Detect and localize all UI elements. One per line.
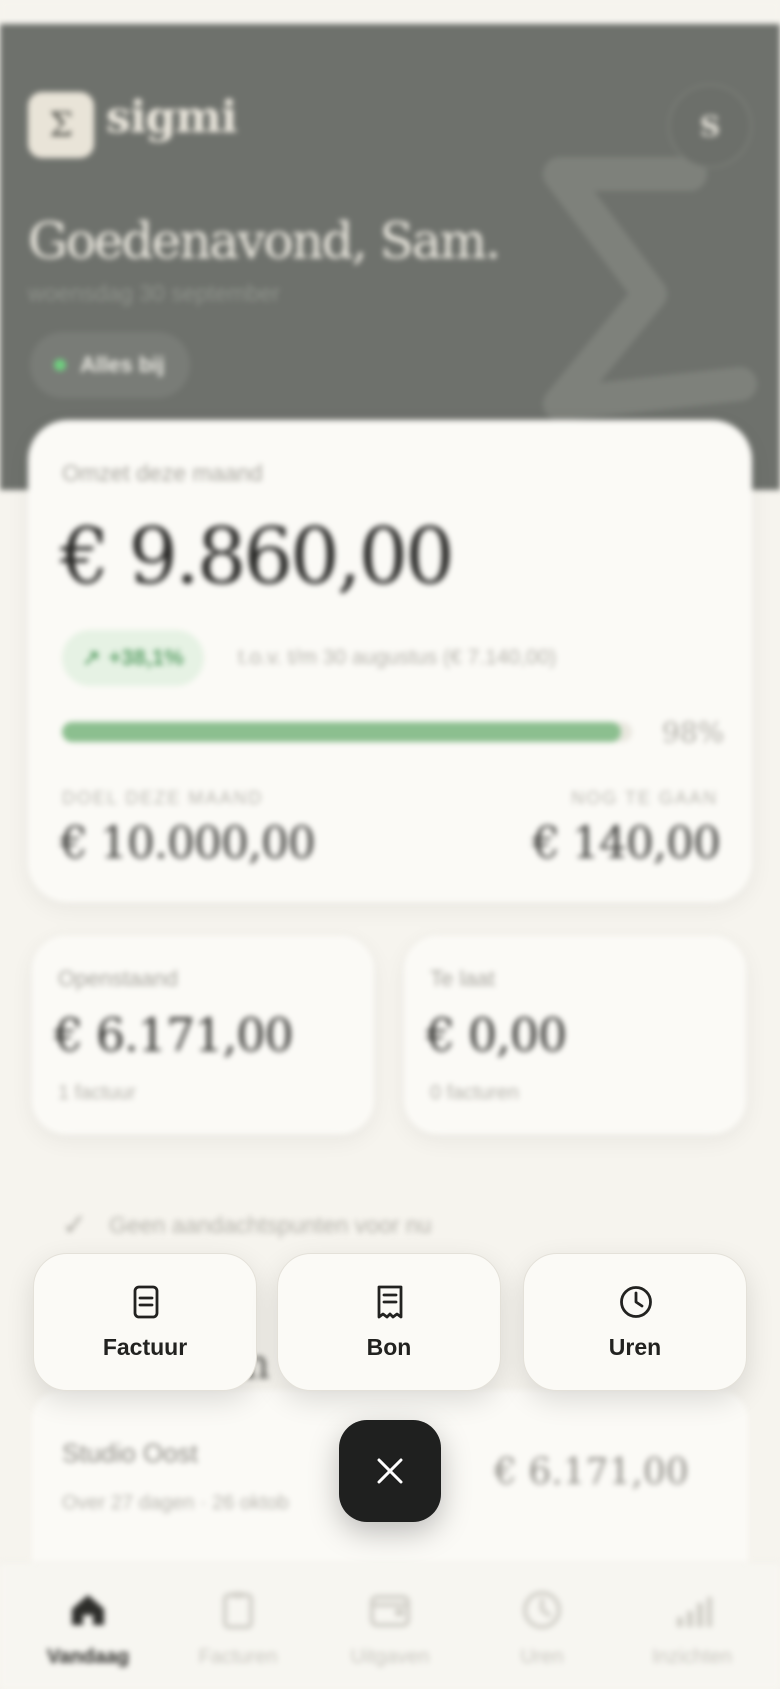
wallet-icon — [370, 1595, 410, 1627]
revenue-card[interactable]: Omzet deze maand € 9.860,00 ↗ +38,1% t.o… — [28, 420, 752, 902]
app-logo: Σ — [28, 92, 94, 158]
status-bar — [0, 0, 780, 24]
nav-item-insights[interactable]: Inzichten — [622, 1587, 762, 1669]
brand-name: sigmi — [106, 92, 238, 143]
goal-progress-bar — [62, 722, 632, 742]
clipboard-icon — [223, 1592, 253, 1629]
to-go-label: NOG TE GAAN — [571, 788, 718, 808]
status-badge[interactable]: Alles bij — [30, 332, 191, 398]
overdue-count: 0 facturen — [430, 1082, 519, 1104]
nav-label-hours: Uren — [520, 1646, 564, 1668]
sigma-watermark-icon — [543, 157, 757, 421]
status-dot-icon — [54, 359, 66, 371]
check-icon: ✓ — [62, 1209, 88, 1242]
nav-label-today: Vandaag — [46, 1646, 130, 1668]
revenue-delta: +38,1% — [108, 645, 184, 670]
avatar[interactable]: S — [668, 84, 752, 168]
goal-value: € 10.000,00 — [60, 818, 316, 869]
receipt-icon — [377, 1285, 403, 1319]
clock-icon — [523, 1591, 561, 1629]
log-hours-button[interactable]: Uren — [523, 1253, 747, 1391]
document-icon — [133, 1285, 159, 1319]
nav-item-hours[interactable]: Uren — [472, 1587, 612, 1669]
invoice-amount: € 6.171,00 — [494, 1452, 689, 1493]
notice-text: Geen aandachtspunten voor nu — [109, 1212, 432, 1238]
new-invoice-button[interactable]: Factuur — [33, 1253, 257, 1391]
revenue-delta-badge: ↗ +38,1% — [62, 630, 204, 686]
overdue-label: Te laat — [430, 966, 495, 991]
status-text: Alles bij — [80, 352, 165, 377]
revenue-delta-note: t.o.v. t/m 30 augustus (€ 7.140,00) — [238, 646, 557, 669]
close-fab-button[interactable] — [339, 1420, 441, 1522]
outstanding-label: Openstaand — [58, 966, 178, 991]
goal-progress-percent: 98% — [662, 716, 725, 749]
new-receipt-label: Bon — [366, 1334, 412, 1360]
notice-row: ✓ Geen aandachtspunten voor nu — [62, 1208, 431, 1243]
nav-label-invoices: Facturen — [198, 1646, 278, 1668]
home-icon — [72, 1595, 104, 1625]
greeting-title: Goedenavond, Sam. — [28, 212, 501, 270]
bar-chart-icon — [677, 1597, 712, 1627]
nav-label-expenses: Uitgaven — [350, 1646, 430, 1668]
bottom-navigation: Vandaag Facturen Uitgaven Uren Inzichten — [0, 1562, 780, 1689]
to-go-value: € 140,00 — [532, 818, 721, 869]
outstanding-card[interactable]: Openstaand € 6.171,00 1 factuur — [32, 936, 374, 1134]
current-date: woensdag 30 september — [28, 280, 280, 306]
outstanding-count: 1 factuur — [58, 1082, 136, 1104]
nav-item-expenses[interactable]: Uitgaven — [320, 1587, 460, 1669]
nav-label-insights: Inzichten — [651, 1646, 733, 1668]
revenue-label: Omzet deze maand — [62, 460, 263, 486]
close-icon — [377, 1458, 403, 1484]
goal-label: DOEL DEZE MAAND — [62, 788, 264, 808]
nav-item-today[interactable]: Vandaag — [18, 1587, 158, 1669]
trend-up-icon: ↗ — [82, 645, 101, 670]
overdue-value: € 0,00 — [426, 1008, 567, 1062]
new-invoice-label: Factuur — [102, 1334, 188, 1360]
invoice-due-meta: Over 27 dagen · 26 oktob — [62, 1492, 289, 1514]
revenue-value: € 9.860,00 — [60, 512, 455, 602]
goal-progress-fill — [62, 722, 621, 742]
log-hours-label: Uren — [608, 1334, 662, 1360]
new-receipt-button[interactable]: Bon — [277, 1253, 501, 1391]
overdue-card[interactable]: Te laat € 0,00 0 facturen — [404, 936, 746, 1134]
clock-icon — [620, 1286, 652, 1318]
invoice-client: Studio Oost — [62, 1438, 198, 1468]
outstanding-value: € 6.171,00 — [54, 1008, 294, 1062]
nav-item-invoices[interactable]: Facturen — [168, 1587, 308, 1669]
